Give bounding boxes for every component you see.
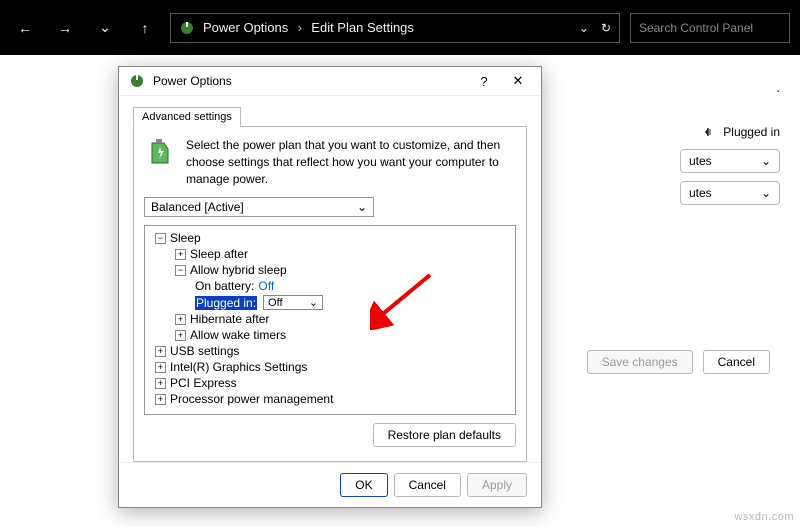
tree-sleep-after[interactable]: +Sleep after [147, 246, 513, 262]
expand-icon[interactable]: + [175, 314, 186, 325]
on-battery-value[interactable]: Off [258, 279, 274, 293]
cancel-button[interactable]: Cancel [394, 473, 461, 497]
tree-sleep[interactable]: −Sleep [147, 230, 513, 246]
forward-button[interactable]: → [50, 20, 80, 36]
search-input[interactable]: Search Control Panel [630, 13, 790, 43]
power-icon [129, 73, 145, 89]
expand-icon[interactable]: + [155, 346, 166, 357]
plugged-in-label-selected: Plugged in: [195, 296, 257, 310]
expand-icon[interactable]: + [155, 394, 166, 405]
refresh-icon[interactable]: ↻ [601, 21, 611, 35]
save-changes-button[interactable]: Save changes [587, 350, 693, 374]
chevron-down-icon: ⌄ [309, 296, 318, 309]
help-button[interactable]: ? [471, 74, 497, 89]
tree-usb-settings[interactable]: +USB settings [147, 343, 513, 359]
tree-processor-power[interactable]: +Processor power management [147, 391, 513, 407]
expand-icon[interactable]: + [175, 330, 186, 341]
plan-label: Balanced [Active] [151, 200, 244, 214]
settings-tree[interactable]: −Sleep +Sleep after −Allow hybrid sleep … [144, 225, 516, 415]
collapse-icon[interactable]: − [155, 233, 166, 244]
bg-cancel-button[interactable]: Cancel [703, 350, 770, 374]
back-button[interactable]: ← [10, 20, 40, 36]
bg-period: . [560, 80, 780, 95]
plugged-in-value-select[interactable]: Off ⌄ [263, 295, 323, 310]
tree-allow-wake-timers[interactable]: +Allow wake timers [147, 327, 513, 343]
breadcrumb-edit-plan[interactable]: Edit Plan Settings [311, 20, 414, 35]
search-placeholder: Search Control Panel [639, 21, 753, 35]
intro-text: Select the power plan that you want to c… [186, 137, 516, 187]
apply-button[interactable]: Apply [467, 473, 527, 497]
bg-drop-text-2: utes [689, 186, 712, 200]
tree-plugged-in[interactable]: Plugged in: Off ⌄ [147, 294, 513, 311]
close-button[interactable]: ✕ [505, 73, 531, 89]
bg-dropdown-1[interactable]: utes ⌄ [680, 149, 780, 173]
restore-plan-defaults-button[interactable]: Restore plan defaults [373, 423, 516, 447]
chevron-down-icon: ⌄ [761, 154, 771, 168]
bg-dropdown-2[interactable]: utes ⌄ [680, 181, 780, 205]
power-plan-select[interactable]: Balanced [Active] ⌄ [144, 197, 374, 217]
plug-icon [697, 125, 715, 139]
expand-icon[interactable]: + [155, 362, 166, 373]
chevron-down-icon: ⌄ [357, 200, 367, 214]
tree-on-battery[interactable]: On battery: Off [147, 278, 513, 294]
tree-allow-hybrid-sleep[interactable]: −Allow hybrid sleep [147, 262, 513, 278]
power-options-dialog: Power Options ? ✕ Advanced settings Sele… [118, 66, 542, 508]
expand-icon[interactable]: + [175, 249, 186, 260]
power-icon [179, 20, 195, 36]
tab-advanced-settings[interactable]: Advanced settings [133, 107, 241, 127]
ok-button[interactable]: OK [340, 473, 387, 497]
breadcrumb[interactable]: Power Options › Edit Plan Settings [203, 20, 414, 35]
dialog-title: Power Options [153, 74, 232, 88]
breadcrumb-sep: › [292, 20, 308, 35]
watermark: wsxdn.com [734, 511, 794, 523]
breadcrumb-power-options[interactable]: Power Options [203, 20, 288, 35]
battery-icon [144, 137, 176, 169]
address-bar[interactable]: Power Options › Edit Plan Settings ⌄ ↻ [170, 13, 620, 43]
recent-button[interactable]: ⌄ [90, 19, 120, 36]
tree-pci-express[interactable]: +PCI Express [147, 375, 513, 391]
plugged-in-label: Plugged in [723, 125, 780, 139]
collapse-icon[interactable]: − [175, 265, 186, 276]
up-button[interactable]: ↑ [130, 20, 160, 36]
address-dropdown-icon[interactable]: ⌄ [579, 21, 589, 35]
tree-intel-graphics[interactable]: +Intel(R) Graphics Settings [147, 359, 513, 375]
chevron-down-icon: ⌄ [761, 186, 771, 200]
tree-hibernate-after[interactable]: +Hibernate after [147, 311, 513, 327]
bg-drop-text-1: utes [689, 154, 712, 168]
expand-icon[interactable]: + [155, 378, 166, 389]
